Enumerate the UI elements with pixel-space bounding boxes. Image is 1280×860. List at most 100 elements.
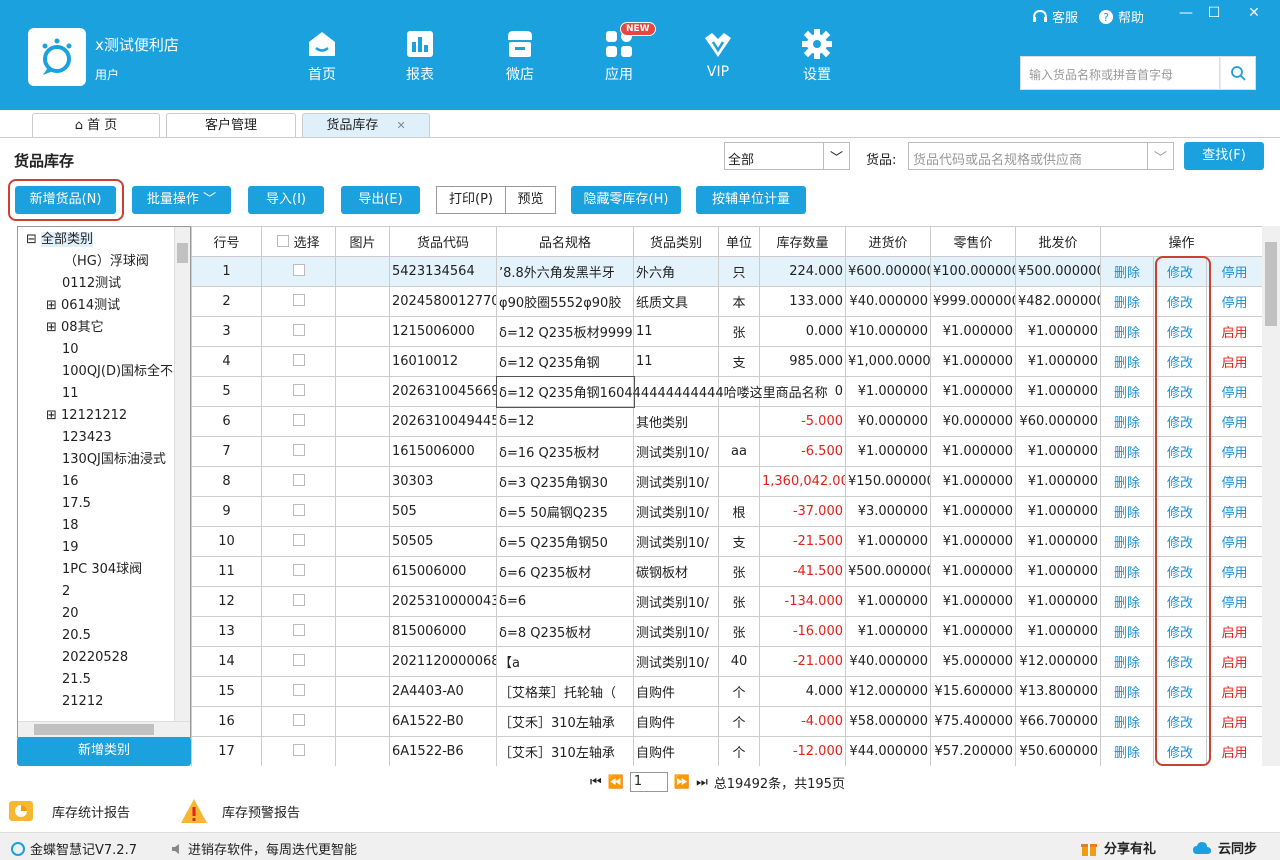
service-link[interactable]: 客服 <box>1032 7 1078 26</box>
row-checkbox[interactable] <box>292 653 305 666</box>
delete-button[interactable]: 删除 <box>1100 706 1154 737</box>
aux-unit-button[interactable]: 按辅单位计量 <box>696 186 806 214</box>
table-row[interactable]: 1 5423134564’8.8外六角发黑半牙 外六角只 224.000 ¥600.00… <box>191 256 1262 287</box>
select-checkbox[interactable] <box>261 556 336 587</box>
tree-item[interactable]: 1PC 304球阀 <box>62 559 142 581</box>
tree-item[interactable]: 2 <box>62 581 70 603</box>
select-checkbox[interactable] <box>261 346 336 377</box>
row-checkbox[interactable] <box>292 683 305 696</box>
table-vertical-scrollbar[interactable] <box>1262 226 1280 766</box>
tree-item[interactable]: （HG）浮球阀 <box>64 251 149 273</box>
print-button[interactable]: 打印(P) <box>436 186 506 214</box>
row-checkbox[interactable] <box>292 713 305 726</box>
row-checkbox[interactable] <box>292 413 305 426</box>
delete-button[interactable]: 删除 <box>1100 256 1154 287</box>
delete-button[interactable]: 删除 <box>1100 646 1154 677</box>
tree-item[interactable]: 21212 <box>62 691 103 713</box>
delete-button[interactable]: 删除 <box>1100 736 1154 766</box>
tab-close-icon[interactable]: ✕ <box>396 119 405 132</box>
toggle-status-button[interactable]: 停用 <box>1205 376 1262 407</box>
select-checkbox[interactable] <box>261 646 336 677</box>
tab-customer[interactable]: 客户管理 <box>166 113 296 138</box>
table-row[interactable]: 13 815006000 δ=8 Q235板材 测试类别10/张 -16.000 ¥1.0… <box>191 616 1262 647</box>
tree-item-all[interactable]: ⊟ 全部类别 <box>26 229 94 251</box>
next-page-button[interactable]: ⏩ <box>674 775 690 790</box>
tree-item[interactable]: 17.5 <box>62 493 91 515</box>
toggle-status-button[interactable]: 启用 <box>1205 616 1262 647</box>
table-row[interactable]: 9 505 δ=5 50扁钢Q235 测试类别10/根 -37.000 ¥3.000000… <box>191 496 1262 527</box>
add-category-button[interactable]: 新增类别 <box>17 737 191 766</box>
table-row[interactable]: 7 1615006000 δ=16 Q235板材 测试类别10/aa -6.500 ¥1.… <box>191 436 1262 467</box>
tree-item[interactable]: 20 <box>62 603 79 625</box>
nav-apps[interactable]: 应用 <box>589 28 649 84</box>
tree-item[interactable]: 19 <box>62 537 79 559</box>
delete-button[interactable]: 删除 <box>1100 526 1154 557</box>
delete-button[interactable]: 删除 <box>1100 376 1154 407</box>
delete-button[interactable]: 删除 <box>1100 286 1154 317</box>
tab-home[interactable]: ⌂ 首 页 <box>32 113 160 138</box>
col-header-select[interactable]: 选择 <box>261 226 336 257</box>
toggle-status-button[interactable]: 启用 <box>1205 646 1262 677</box>
select-checkbox[interactable] <box>261 706 336 737</box>
row-checkbox[interactable] <box>292 353 305 366</box>
toggle-status-button[interactable]: 停用 <box>1205 286 1262 317</box>
delete-button[interactable]: 删除 <box>1100 496 1154 527</box>
page-number-input[interactable]: 1 <box>629 772 668 792</box>
tree-item[interactable]: 0112测试 <box>62 273 121 295</box>
tree-item[interactable]: 130QJ国标油浸式 <box>62 449 166 471</box>
tree-item[interactable]: ⊞ 08其它 <box>46 317 104 339</box>
row-checkbox[interactable] <box>292 623 305 636</box>
tree-horizontal-scrollbar[interactable] <box>18 721 190 737</box>
toggle-status-button[interactable]: 停用 <box>1205 586 1262 617</box>
goods-filter-input[interactable]: 货品代码或品名规格或供应商 ﹀ <box>908 142 1174 170</box>
table-row[interactable]: 4 16010012 δ=12 Q235角钢 11 支 985.000 ¥1,000.000… <box>191 346 1262 377</box>
table-row[interactable]: 5 2026310045669 δ=12 Q235角钢160444444444444… <box>191 375 1262 408</box>
select-checkbox[interactable] <box>261 676 336 707</box>
tree-item[interactable]: 21.5 <box>62 669 91 691</box>
row-checkbox[interactable] <box>292 593 305 606</box>
stock-stats-report[interactable]: 库存统计报告 <box>8 798 130 824</box>
select-checkbox[interactable] <box>261 436 336 467</box>
select-checkbox[interactable] <box>261 526 336 557</box>
toggle-status-button[interactable]: 停用 <box>1205 256 1262 287</box>
toggle-status-button[interactable]: 启用 <box>1205 346 1262 377</box>
last-page-button[interactable]: ⏭ <box>696 775 708 790</box>
tree-item[interactable]: 10 <box>62 339 79 361</box>
find-button[interactable]: 查找(F) <box>1184 142 1264 170</box>
nav-report[interactable]: 报表 <box>390 28 450 84</box>
tab-inventory[interactable]: 货品库存 ✕ <box>302 113 430 138</box>
hide-zero-stock-button[interactable]: 隐藏零库存(H) <box>571 186 681 214</box>
import-button[interactable]: 导入(I) <box>248 186 324 214</box>
delete-button[interactable]: 删除 <box>1100 436 1154 467</box>
toggle-status-button[interactable]: 启用 <box>1205 676 1262 707</box>
select-all-checkbox[interactable] <box>277 235 290 247</box>
table-row[interactable]: 14 2021120000068 【a 测试类别10/40 -21.000 ¥40.000… <box>191 646 1262 677</box>
row-checkbox[interactable] <box>292 743 305 756</box>
shop-name[interactable]: x测试便利店 <box>95 34 179 55</box>
tree-item[interactable]: 16 <box>62 471 79 493</box>
tree-item[interactable]: 123423 <box>62 427 112 449</box>
row-checkbox[interactable] <box>292 563 305 576</box>
tree-item[interactable]: 100QJ(D)国标全不 <box>62 361 173 383</box>
search-button[interactable] <box>1220 56 1256 90</box>
row-checkbox[interactable] <box>292 443 305 456</box>
tree-item[interactable]: ⊞ 12121212 <box>46 405 127 427</box>
table-row[interactable]: 2 2024580012770 φ90胶圈5552φ90胶 纸质文具本 133.000 ¥… <box>191 286 1262 317</box>
row-checkbox[interactable] <box>292 323 305 336</box>
delete-button[interactable]: 删除 <box>1100 616 1154 647</box>
tree-item[interactable]: 20220528 <box>62 647 128 669</box>
delete-button[interactable]: 删除 <box>1100 556 1154 587</box>
select-checkbox[interactable] <box>261 406 336 437</box>
nav-home[interactable]: 首页 <box>292 28 352 84</box>
row-checkbox[interactable] <box>292 503 305 516</box>
row-checkbox[interactable] <box>292 533 305 546</box>
toggle-status-button[interactable]: 停用 <box>1205 556 1262 587</box>
delete-button[interactable]: 删除 <box>1100 406 1154 437</box>
close-button[interactable]: ✕ <box>1244 5 1264 21</box>
add-goods-button[interactable]: 新增货品(N) <box>15 186 116 214</box>
toggle-status-button[interactable]: 停用 <box>1205 466 1262 497</box>
table-row[interactable]: 16 6A1522-B0 ［艾禾］310左轴承 自购件个 -4.000 ¥58.00000… <box>191 706 1262 737</box>
chevron-down-icon[interactable]: ﹀ <box>823 143 849 169</box>
tree-item[interactable]: ⊞ 0614测试 <box>46 295 120 317</box>
delete-button[interactable]: 删除 <box>1100 586 1154 617</box>
